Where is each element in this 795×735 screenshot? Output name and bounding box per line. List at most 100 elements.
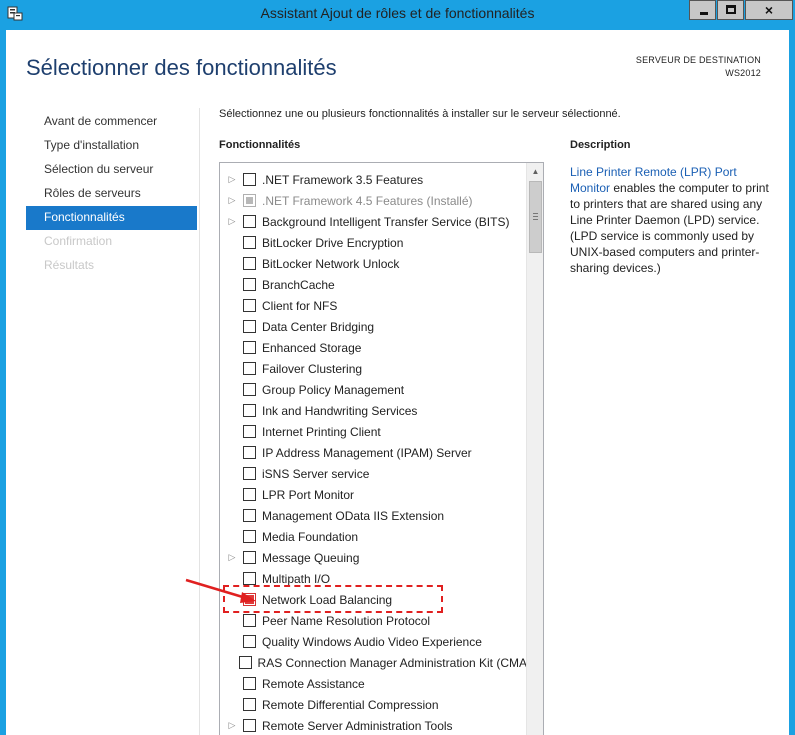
feature-row[interactable]: Group Policy Management (220, 379, 527, 400)
feature-label: .NET Framework 3.5 Features (262, 172, 424, 187)
feature-row[interactable]: ▷ .NET Framework 3.5 Features (220, 169, 527, 190)
feature-checkbox[interactable] (243, 425, 256, 438)
feature-checkbox[interactable] (243, 278, 256, 291)
description-body: enables the computer to print to printer… (570, 181, 769, 275)
feature-row[interactable]: IP Address Management (IPAM) Server (220, 442, 527, 463)
maximize-icon (726, 5, 736, 14)
feature-label: Remote Assistance (262, 676, 365, 691)
feature-checkbox[interactable] (243, 446, 256, 459)
feature-label: Remote Server Administration Tools (262, 718, 453, 733)
feature-label: Background Intelligent Transfer Service … (262, 214, 510, 229)
feature-checkbox[interactable] (243, 362, 256, 375)
feature-row[interactable]: ▷ Remote Server Administration Tools (220, 715, 527, 735)
page-title: Sélectionner des fonctionnalités (26, 55, 337, 80)
minimize-icon (700, 12, 708, 15)
description-header: Description (570, 139, 631, 151)
feature-checkbox[interactable] (243, 551, 256, 564)
nav-item-3[interactable]: Rôles de serveurs (26, 182, 197, 206)
feature-checkbox[interactable] (243, 509, 256, 522)
wizard-window: Sélectionner des fonctionnalités SERVEUR… (6, 30, 789, 735)
feature-label: Enhanced Storage (262, 340, 362, 355)
feature-checkbox[interactable] (243, 467, 256, 480)
feature-row[interactable]: Peer Name Resolution Protocol (220, 610, 527, 631)
feature-label: Peer Name Resolution Protocol (262, 613, 431, 628)
feature-checkbox[interactable] (243, 236, 256, 249)
feature-row[interactable]: Remote Differential Compression (220, 694, 527, 715)
feature-checkbox[interactable] (243, 677, 256, 690)
feature-row[interactable]: BranchCache (220, 274, 527, 295)
features-list-items: ▷ .NET Framework 3.5 Features ▷ .NET Framew… (220, 169, 527, 735)
scroll-thumb[interactable] (529, 181, 542, 253)
feature-checkbox[interactable] (238, 656, 252, 669)
feature-row[interactable]: Enhanced Storage (220, 337, 527, 358)
nav-divider (199, 108, 200, 735)
nav-item-2[interactable]: Sélection du serveur (26, 158, 197, 182)
feature-checkbox (243, 194, 256, 207)
feature-row[interactable]: Management OData IIS Extension (220, 505, 527, 526)
destination-server-info: SERVEUR DE DESTINATION WS2012 (636, 54, 761, 80)
feature-row[interactable]: Internet Printing Client (220, 421, 527, 442)
feature-checkbox[interactable] (243, 698, 256, 711)
feature-row[interactable]: BitLocker Network Unlock (220, 253, 527, 274)
title-bar[interactable]: Assistant Ajout de rôles et de fonctionn… (0, 0, 795, 30)
feature-checkbox[interactable] (243, 635, 256, 648)
expand-arrow-icon[interactable]: ▷ (225, 720, 239, 731)
expand-arrow-icon[interactable]: ▷ (225, 216, 239, 227)
nav-item-1[interactable]: Type d'installation (26, 134, 197, 158)
features-list[interactable]: ▷ .NET Framework 3.5 Features ▷ .NET Framew… (219, 162, 544, 735)
feature-label: IP Address Management (IPAM) Server (262, 445, 472, 460)
nav-item-0[interactable]: Avant de commencer (26, 110, 197, 134)
feature-label: .NET Framework 4.5 Features (Installé) (262, 193, 473, 208)
feature-row[interactable]: ▷ .NET Framework 4.5 Features (Installé) (220, 190, 527, 211)
feature-row[interactable]: BitLocker Drive Encryption (220, 232, 527, 253)
feature-label: Client for NFS (262, 298, 338, 313)
feature-checkbox[interactable] (243, 488, 256, 501)
expand-arrow-icon[interactable]: ▷ (225, 195, 239, 206)
expand-arrow-icon[interactable]: ▷ (225, 174, 239, 185)
nav-item-4[interactable]: Fonctionnalités (26, 206, 197, 230)
feature-row[interactable]: Quality Windows Audio Video Experience (220, 631, 527, 652)
feature-checkbox[interactable] (243, 173, 256, 186)
scroll-up-icon[interactable]: ▲ (527, 163, 543, 180)
feature-row[interactable]: RAS Connection Manager Administration Ki… (220, 652, 527, 673)
feature-checkbox[interactable] (243, 341, 256, 354)
feature-checkbox[interactable] (243, 530, 256, 543)
feature-row[interactable]: Ink and Handwriting Services (220, 400, 527, 421)
annotation-arrow-icon (185, 578, 256, 603)
feature-row[interactable]: iSNS Server service (220, 463, 527, 484)
minimize-button[interactable] (689, 0, 716, 20)
feature-label: Data Center Bridging (262, 319, 375, 334)
wizard-nav: Avant de commencer Type d'installation Sél… (26, 110, 197, 278)
feature-row[interactable]: Failover Clustering (220, 358, 527, 379)
feature-label: Message Queuing (262, 550, 360, 565)
window-title: Assistant Ajout de rôles et de fonctionn… (260, 5, 535, 21)
expand-arrow-icon[interactable]: ▷ (225, 552, 239, 563)
feature-row[interactable]: Client for NFS (220, 295, 527, 316)
close-button[interactable]: × (745, 0, 793, 20)
feature-checkbox[interactable] (243, 257, 256, 270)
description-text: Line Printer Remote (LPR) Port Monitor e… (570, 164, 770, 276)
feature-row[interactable]: LPR Port Monitor (220, 484, 527, 505)
feature-row[interactable]: Media Foundation (220, 526, 527, 547)
feature-checkbox[interactable] (243, 719, 256, 732)
feature-row[interactable]: Remote Assistance (220, 673, 527, 694)
feature-label: Quality Windows Audio Video Experience (262, 634, 482, 649)
feature-checkbox[interactable] (243, 404, 256, 417)
maximize-button[interactable] (717, 0, 744, 20)
feature-checkbox[interactable] (243, 614, 256, 627)
nav-item-6: Résultats (44, 258, 95, 272)
intro-text: Sélectionnez une ou plusieurs fonctionna… (219, 108, 621, 120)
feature-checkbox[interactable] (243, 383, 256, 396)
feature-label: Remote Differential Compression (262, 697, 439, 712)
feature-label: Multipath I/O (262, 571, 331, 586)
grip-icon (533, 213, 538, 220)
feature-checkbox[interactable] (243, 215, 256, 228)
feature-checkbox[interactable] (243, 299, 256, 312)
feature-row[interactable]: Data Center Bridging (220, 316, 527, 337)
feature-row[interactable]: ▷ Background Intelligent Transfer Service… (220, 211, 527, 232)
close-icon: × (764, 2, 774, 18)
feature-label: Media Foundation (262, 529, 359, 544)
feature-checkbox[interactable] (243, 320, 256, 333)
feature-row[interactable]: ▷ Message Queuing (220, 547, 527, 568)
features-scrollbar[interactable]: ▲ (526, 163, 543, 735)
